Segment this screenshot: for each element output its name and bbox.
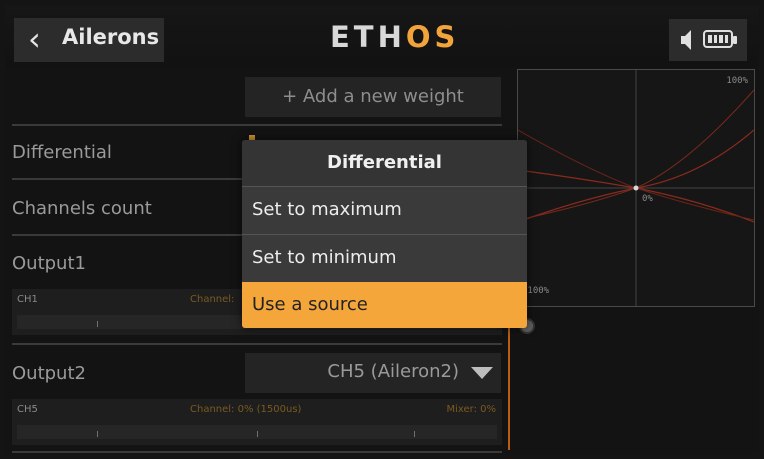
divider [12,124,502,126]
ch5-monitor: CH5 Channel: 0% (1500us) Mixer: 0% [12,399,502,445]
ethos-logo: ETHOS [330,20,459,54]
ch5-tick [97,431,98,437]
curve-svg [518,70,754,306]
status-icons[interactable] [669,19,747,61]
differential-label[interactable]: Differential [12,142,112,163]
divider [12,178,242,180]
ch1-name: CH1 [17,294,38,305]
ch5-name: CH5 [17,404,38,415]
ch5-tick [257,431,258,437]
ch5-info: Channel: 0% (1500us) [190,404,302,415]
differential-popup-menu: Differential Set to maximum Set to minim… [242,140,527,328]
menu-item-use-source[interactable]: Use a source [242,282,527,328]
output1-label[interactable]: Output1 [12,253,86,274]
dropdown-arrow-icon [471,367,493,379]
add-weight-button[interactable]: + Add a new weight [245,77,501,117]
output2-label[interactable]: Output2 [12,363,86,384]
ch1-info: Channel: [190,294,235,305]
divider [12,343,502,345]
ch5-mixer: Mixer: 0% [446,404,496,415]
curve-top-label: 100% [726,76,748,86]
battery-icon [703,30,737,48]
back-chevron-icon: ‹ [28,20,41,58]
menu-item-set-maximum[interactable]: Set to maximum [242,187,527,233]
channels-count-label[interactable]: Channels count [12,198,152,219]
page-title: Ailerons [62,25,160,49]
logo-accent-text: OS [405,20,460,54]
back-button[interactable]: ‹ Ailerons [14,18,164,62]
logo-text: ETH [330,20,406,54]
popup-title: Differential [242,140,527,186]
menu-item-set-minimum[interactable]: Set to minimum [242,235,527,281]
output2-value: CH5 (Aileron2) [327,361,459,382]
curve-center-label: 0% [642,194,653,204]
divider [12,451,502,453]
output2-select[interactable]: CH5 (Aileron2) [245,353,501,393]
speaker-icon [681,30,691,50]
ch5-tick [414,431,415,437]
divider [12,234,242,236]
curve-graph: 100% 0% -100% [517,69,755,307]
ch1-tick [97,321,98,327]
curve-center-point [633,185,639,191]
